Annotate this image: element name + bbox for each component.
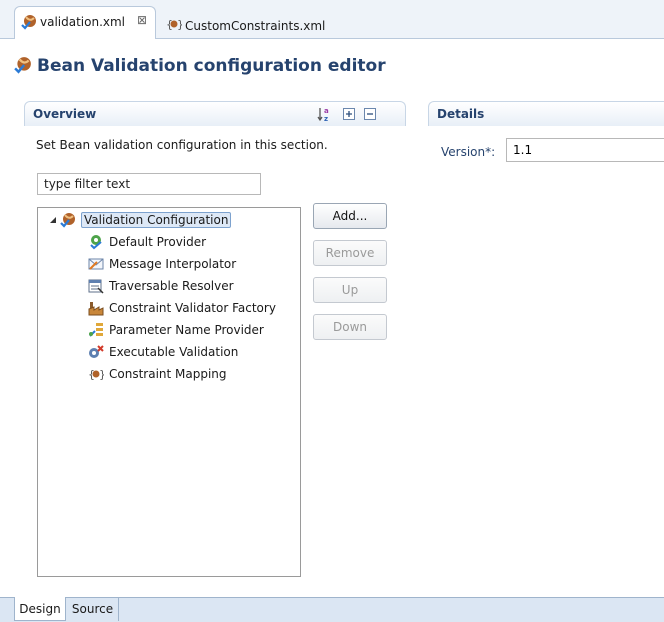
svg-text:}: } <box>99 368 104 381</box>
factory-icon <box>88 300 104 316</box>
overview-section-header: Overview az <box>24 101 406 126</box>
tree-item-label: Parameter Name Provider <box>109 323 264 337</box>
configuration-tree[interactable]: Validation Configuration Default Provide… <box>37 207 301 577</box>
mapping-icon: {} <box>88 366 104 382</box>
collapse-all-icon[interactable] <box>364 108 376 123</box>
tab-validation-xml[interactable]: validation.xml ⊠ <box>14 6 156 39</box>
resolver-icon <box>88 278 104 294</box>
parameter-icon <box>88 322 104 338</box>
details-title: Details <box>437 107 485 121</box>
tree-item-message-interpolator[interactable]: Message Interpolator <box>88 254 236 274</box>
tree-item-label: Default Provider <box>109 235 207 249</box>
tree-root-item[interactable]: Validation Configuration <box>48 210 232 230</box>
bean-validation-icon <box>21 14 37 33</box>
svg-text:z: z <box>324 115 328 122</box>
tree-item-label: Traversable Resolver <box>109 279 234 293</box>
bean-validation-icon <box>60 212 76 228</box>
expand-all-icon[interactable] <box>343 108 355 123</box>
tree-item-traversable-resolver[interactable]: Traversable Resolver <box>88 276 234 296</box>
overview-description: Set Bean validation configuration in thi… <box>36 138 328 152</box>
tab-design[interactable]: Design <box>14 597 66 621</box>
add-button[interactable]: Add... <box>313 203 387 229</box>
version-field[interactable] <box>506 138 664 162</box>
overview-title: Overview <box>33 107 97 121</box>
executable-icon <box>88 344 104 360</box>
editor-title-text: Bean Validation configuration editor <box>37 56 386 76</box>
envelope-icon <box>88 256 104 272</box>
tree-item-default-provider[interactable]: Default Provider <box>88 232 206 252</box>
version-label: Version*: <box>441 145 496 159</box>
tab-label: CustomConstraints.xml <box>185 19 326 33</box>
collapse-arrow-icon[interactable] <box>48 212 58 228</box>
remove-button[interactable]: Remove <box>313 240 387 266</box>
tree-item-label: Message Interpolator <box>109 257 237 271</box>
tree-item-executable-validation[interactable]: Executable Validation <box>88 342 238 362</box>
tree-item-constraint-mapping[interactable]: {} Constraint Mapping <box>88 364 227 384</box>
up-button[interactable]: Up <box>313 277 387 303</box>
svg-text:}: } <box>177 18 182 31</box>
tree-item-label: Constraint Validator Factory <box>109 301 276 315</box>
tree-filter-input[interactable] <box>37 173 261 195</box>
tree-item-label: Constraint Mapping <box>109 367 227 381</box>
close-icon[interactable]: ⊠ <box>137 13 147 27</box>
sort-alpha-icon[interactable]: az <box>317 106 333 125</box>
provider-icon <box>88 234 104 250</box>
svg-text:a: a <box>324 107 329 115</box>
tab-label: validation.xml <box>40 15 126 29</box>
tab-source[interactable]: Source <box>67 597 119 621</box>
tree-item-constraint-validator-factory[interactable]: Constraint Validator Factory <box>88 298 276 318</box>
bean-validation-icon <box>14 56 32 79</box>
tree-item-parameter-name-provider[interactable]: Parameter Name Provider <box>88 320 264 340</box>
down-button[interactable]: Down <box>313 314 387 340</box>
tree-root-label: Validation Configuration <box>81 212 232 228</box>
tree-item-label: Executable Validation <box>109 345 239 359</box>
editor-title: Bean Validation configuration editor <box>14 56 386 79</box>
mapping-icon: {} <box>166 17 184 34</box>
details-section-header: Details <box>428 101 664 126</box>
